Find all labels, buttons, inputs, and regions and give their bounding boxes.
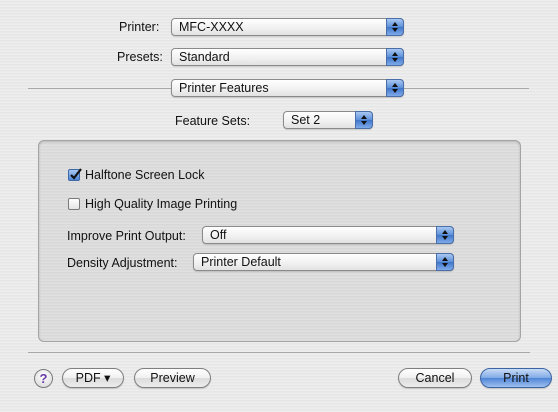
popup-arrows-icon bbox=[386, 48, 404, 66]
feature-sets-popup[interactable]: Set 2 bbox=[283, 111, 373, 129]
pane-popup[interactable]: Printer Features bbox=[171, 79, 404, 97]
improve-output-label: Improve Print Output: bbox=[67, 229, 186, 243]
separator-right bbox=[404, 88, 529, 89]
halftone-label: Halftone Screen Lock bbox=[85, 168, 205, 182]
presets-popup[interactable]: Standard bbox=[171, 48, 404, 66]
cancel-button[interactable]: Cancel bbox=[398, 368, 472, 388]
help-icon[interactable]: ? bbox=[34, 369, 53, 388]
presets-value: Standard bbox=[179, 50, 230, 64]
pdf-button[interactable]: PDF ▾ bbox=[62, 368, 124, 388]
improve-output-value: Off bbox=[210, 228, 227, 242]
density-value: Printer Default bbox=[201, 255, 281, 269]
printer-popup[interactable]: MFC-XXXX bbox=[171, 18, 404, 36]
density-label: Density Adjustment: bbox=[67, 256, 178, 270]
presets-label: Presets: bbox=[117, 50, 163, 64]
halftone-checkbox[interactable] bbox=[68, 168, 82, 181]
preview-button[interactable]: Preview bbox=[134, 368, 211, 388]
density-popup[interactable]: Printer Default bbox=[193, 253, 454, 271]
popup-arrows-icon bbox=[355, 111, 373, 129]
feature-sets-value: Set 2 bbox=[291, 113, 321, 127]
printer-value: MFC-XXXX bbox=[179, 20, 244, 34]
separator-left bbox=[28, 88, 171, 89]
feature-sets-label: Feature Sets: bbox=[175, 114, 251, 128]
pane-value: Printer Features bbox=[179, 81, 269, 95]
printer-label: Printer: bbox=[119, 20, 160, 34]
popup-arrows-icon bbox=[386, 79, 404, 97]
popup-arrows-icon bbox=[386, 18, 404, 36]
print-button[interactable]: Print bbox=[480, 368, 552, 388]
footer-separator bbox=[28, 352, 530, 353]
popup-arrows-icon bbox=[436, 253, 454, 271]
checkmark-icon bbox=[70, 168, 82, 180]
improve-output-popup[interactable]: Off bbox=[202, 226, 454, 244]
popup-arrows-icon bbox=[436, 226, 454, 244]
high-quality-checkbox[interactable] bbox=[68, 198, 80, 210]
high-quality-label: High Quality Image Printing bbox=[85, 197, 238, 211]
